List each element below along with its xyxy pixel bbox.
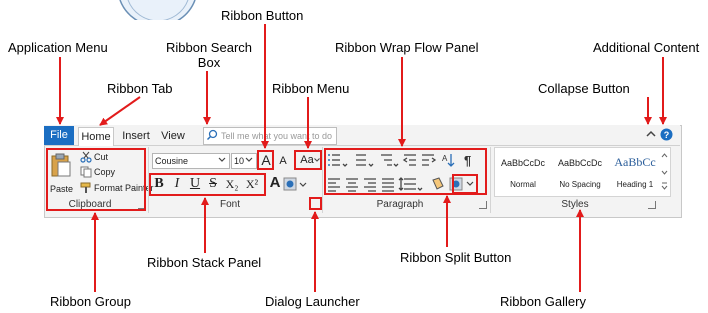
font-size-value: 10 bbox=[234, 156, 245, 166]
font-family-value: Cousine bbox=[155, 156, 189, 166]
highlight-stack-panel bbox=[149, 173, 266, 196]
style-preview: AaBbCcDc bbox=[500, 158, 545, 168]
chevron-down-icon[interactable] bbox=[299, 182, 307, 188]
callout-dialog-launcher: Dialog Launcher bbox=[265, 294, 360, 309]
collapse-button-chevron-up-icon[interactable] bbox=[646, 130, 656, 138]
gallery-scroll-icon[interactable] bbox=[660, 149, 669, 193]
style-name: Heading 1 bbox=[616, 180, 654, 189]
application-menu-file[interactable]: File bbox=[44, 126, 74, 145]
callout-application-menu: Application Menu bbox=[8, 40, 108, 55]
callout-ribbon-search-box-2: Box bbox=[197, 55, 221, 70]
highlight-split-button bbox=[452, 174, 478, 194]
dialog-launcher-styles[interactable] bbox=[648, 201, 656, 209]
chevron-down-icon bbox=[218, 157, 226, 162]
callout-ribbon-stack-panel: Ribbon Stack Panel bbox=[147, 255, 262, 270]
callout-ribbon-button: Ribbon Button bbox=[221, 8, 304, 23]
search-icon bbox=[206, 129, 218, 141]
callout-ribbon-menu: Ribbon Menu bbox=[272, 81, 350, 96]
svg-text:?: ? bbox=[664, 130, 670, 140]
search-placeholder: Tell me what you want to do bbox=[221, 131, 333, 141]
decorative-circle-fragment bbox=[119, 0, 196, 20]
group-title-font: Font bbox=[219, 199, 240, 210]
style-item-heading-1[interactable]: AaBbCc Heading 1 bbox=[607, 150, 663, 194]
style-preview: AaBbCc bbox=[614, 155, 656, 169]
highlight-ribbon-button bbox=[257, 150, 274, 170]
group-title-styles: Styles bbox=[561, 199, 589, 210]
callout-additional-content: Additional Content bbox=[593, 40, 700, 55]
callout-ribbon-tab: Ribbon Tab bbox=[107, 81, 173, 96]
help-icon[interactable]: ? bbox=[660, 128, 673, 141]
highlight-dialog-launcher bbox=[309, 197, 322, 210]
callout-ribbon-search-box-1: Ribbon Search bbox=[166, 40, 252, 55]
chevron-down-icon bbox=[245, 157, 253, 162]
style-item-no-spacing[interactable]: AaBbCcDc No Spacing bbox=[552, 150, 608, 194]
font-size-select[interactable]: 10 bbox=[231, 153, 257, 169]
callout-ribbon-group: Ribbon Group bbox=[50, 294, 131, 309]
tab-home[interactable]: Home bbox=[78, 127, 114, 146]
highlight-ribbon-group bbox=[46, 148, 146, 211]
shrink-font-button[interactable]: A bbox=[278, 153, 288, 169]
style-preview: AaBbCcDc bbox=[557, 158, 602, 168]
tab-view[interactable]: View bbox=[158, 127, 188, 145]
callout-collapse-button: Collapse Button bbox=[538, 81, 630, 96]
callout-ribbon-gallery: Ribbon Gallery bbox=[500, 294, 586, 309]
separator bbox=[490, 147, 491, 213]
separator bbox=[322, 147, 323, 213]
tab-insert[interactable]: Insert bbox=[118, 127, 154, 145]
style-name: No Spacing bbox=[559, 180, 601, 189]
style-name: Normal bbox=[510, 180, 536, 189]
dialog-launcher-paragraph[interactable] bbox=[479, 201, 487, 209]
highlight-color-icon[interactable] bbox=[283, 177, 297, 191]
group-title-paragraph: Paragraph bbox=[376, 199, 424, 210]
style-item-normal[interactable]: AaBbCcDc Normal bbox=[495, 150, 551, 194]
ribbon-search-box[interactable]: Tell me what you want to do bbox=[203, 127, 337, 145]
highlight-ribbon-menu bbox=[294, 150, 322, 170]
font-color-button[interactable]: A bbox=[269, 175, 281, 191]
callout-ribbon-split-button: Ribbon Split Button bbox=[400, 250, 512, 265]
callout-ribbon-wrap-flow-panel: Ribbon Wrap Flow Panel bbox=[335, 40, 479, 55]
